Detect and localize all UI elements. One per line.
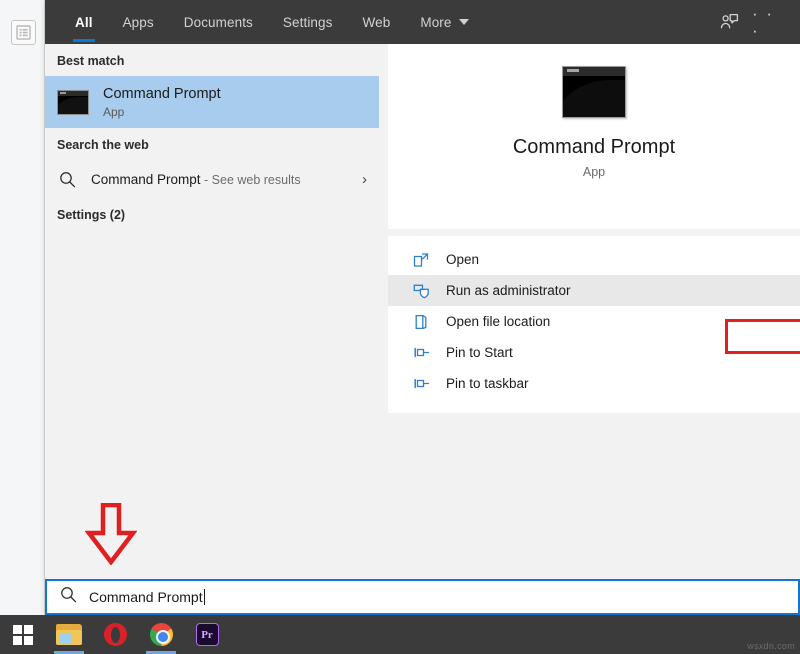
tab-documents-label: Documents [184, 15, 253, 30]
windows-logo-q2 [24, 625, 33, 634]
windows-logo-q3 [13, 636, 22, 645]
best-match-header: Best match [45, 44, 379, 76]
preview-title: Command Prompt [388, 136, 800, 159]
tab-web-label: Web [363, 15, 391, 30]
feedback-person-icon[interactable] [712, 5, 746, 39]
action-open-label: Open [446, 252, 479, 267]
search-icon [60, 586, 77, 608]
preview-pane: Command Prompt App Open [388, 44, 800, 615]
search-tabs: All Apps Documents Settings Web More [45, 0, 484, 44]
folder-open-glyph [414, 314, 428, 330]
desktop-left-strip [0, 0, 45, 615]
list-menu-glyph [16, 25, 31, 40]
tab-more[interactable]: More [405, 0, 483, 44]
search-icon-glyph [59, 171, 76, 188]
tab-all[interactable]: All [60, 0, 108, 44]
folder-open-icon [410, 314, 432, 330]
opera-button[interactable] [92, 615, 138, 654]
action-run-as-administrator[interactable]: Run as administrator [388, 275, 800, 306]
text-cursor [204, 589, 205, 605]
search-flyout: All Apps Documents Settings Web More [45, 0, 800, 615]
open-external-glyph [413, 252, 429, 268]
pin-icon [410, 346, 432, 360]
list-menu-icon[interactable] [11, 20, 36, 45]
ellipsis-glyph: · · · [752, 5, 786, 39]
action-pin-to-start[interactable]: Pin to Start [388, 337, 800, 368]
tab-web[interactable]: Web [348, 0, 406, 44]
tab-settings-label: Settings [283, 15, 333, 30]
watermark: wsxdn.com [747, 641, 795, 651]
chevron-right-icon[interactable]: › [362, 171, 367, 188]
action-run-as-administrator-label: Run as administrator [446, 283, 571, 298]
windows-logo-q4 [24, 636, 33, 645]
command-prompt-icon [57, 90, 89, 115]
opera-icon [104, 623, 127, 646]
search-navbar: All Apps Documents Settings Web More [45, 0, 800, 44]
tab-documents[interactable]: Documents [169, 0, 268, 44]
web-result-label: Command Prompt - See web results [91, 172, 362, 187]
search-icon-glyph [60, 586, 77, 603]
search-results-body: Best match Command Prompt App Search the… [45, 44, 800, 615]
web-result-query: Command Prompt [91, 172, 201, 187]
command-prompt-icon [562, 66, 626, 118]
web-result-suffix: - See web results [201, 173, 301, 187]
chrome-center [156, 630, 170, 644]
search-input[interactable]: Command Prompt [45, 579, 800, 615]
preview-card: Command Prompt App [388, 44, 800, 229]
command-prompt-icon-titlebar [567, 69, 579, 72]
search-input-text: Command Prompt [89, 589, 203, 605]
action-open[interactable]: Open [388, 244, 800, 275]
opera-inner [111, 627, 120, 643]
result-item-subtitle: App [103, 105, 221, 119]
chrome-icon [150, 623, 173, 646]
pin-glyph [412, 346, 430, 360]
tab-apps[interactable]: Apps [108, 0, 169, 44]
tab-more-label: More [420, 15, 451, 30]
screen: All Apps Documents Settings Web More [0, 0, 800, 654]
preview-icon-wrap [388, 44, 800, 118]
feedback-person-glyph [720, 13, 739, 31]
file-explorer-button[interactable] [46, 615, 92, 654]
command-prompt-icon-titlebar [60, 92, 66, 94]
premiere-pro-button[interactable]: Pr [184, 615, 230, 654]
search-web-header: Search the web [45, 128, 379, 160]
shield-icon [410, 283, 432, 299]
folder-icon [56, 624, 82, 645]
search-input-value: Command Prompt [89, 589, 205, 605]
pin-icon [410, 377, 432, 391]
tab-apps-label: Apps [123, 15, 154, 30]
result-item-text: Command Prompt App [103, 85, 221, 119]
tab-settings[interactable]: Settings [268, 0, 348, 44]
result-item-command-prompt[interactable]: Command Prompt App [45, 76, 379, 128]
action-open-file-location-label: Open file location [446, 314, 550, 329]
navbar-right-actions: · · · [712, 0, 800, 44]
settings-header: Settings (2) [45, 198, 379, 230]
chrome-button[interactable] [138, 615, 184, 654]
folder-window [60, 634, 71, 643]
down-arrow-annotation [85, 503, 137, 570]
preview-subtitle: App [388, 165, 800, 179]
search-icon [59, 171, 81, 188]
start-button[interactable] [0, 615, 46, 654]
action-open-file-location[interactable]: Open file location [388, 306, 800, 337]
chevron-down-icon [459, 19, 469, 25]
down-arrow-glyph [85, 503, 137, 565]
web-result-item[interactable]: Command Prompt - See web results › [45, 160, 379, 198]
premiere-pro-icon: Pr [196, 623, 219, 646]
action-pin-to-taskbar-label: Pin to taskbar [446, 376, 529, 391]
tab-all-label: All [75, 15, 93, 30]
result-item-title: Command Prompt [103, 85, 221, 103]
taskbar: Pr wsxdn.com [0, 615, 800, 654]
shield-glyph [413, 283, 430, 299]
action-pin-to-taskbar[interactable]: Pin to taskbar [388, 368, 800, 399]
preview-actions: Open Run as administrator [388, 236, 800, 413]
action-pin-to-start-label: Pin to Start [446, 345, 513, 360]
windows-logo-icon [13, 625, 33, 645]
windows-logo-q1 [13, 625, 22, 634]
pin-glyph [412, 377, 430, 391]
ellipsis-icon[interactable]: · · · [752, 5, 786, 39]
open-external-icon [410, 252, 432, 268]
